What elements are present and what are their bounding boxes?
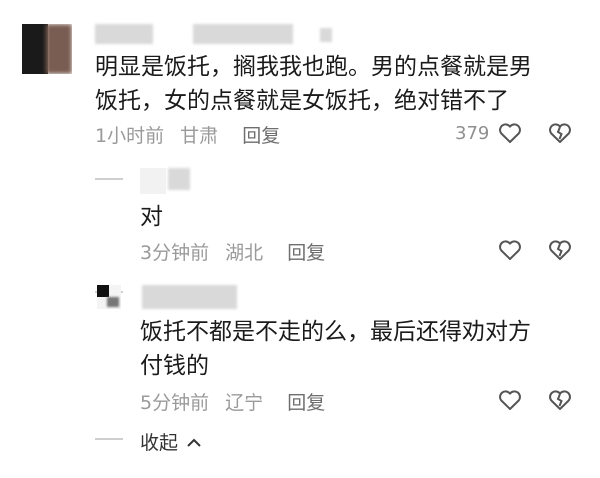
reply-button[interactable]: 回复: [287, 242, 325, 264]
avatar[interactable]: [140, 168, 166, 194]
reply-button[interactable]: 回复: [242, 125, 280, 147]
reply-button[interactable]: 回复: [287, 392, 325, 414]
timestamp: 1小时前: [95, 125, 165, 147]
comment-meta: 5分钟前 辽宁 回复: [140, 388, 325, 415]
comment-meta: 1小时前 甘肃 回复: [95, 121, 280, 148]
username-redacted: [320, 28, 332, 42]
comment-text-line1: 明显是饭托，搁我我也跑。男的点餐就是男: [95, 54, 532, 80]
username-redacted: [142, 285, 237, 309]
heart-outline-icon[interactable]: [498, 389, 522, 415]
username-redacted: [168, 168, 190, 190]
chevron-up-icon: [186, 433, 202, 455]
avatar[interactable]: [22, 24, 72, 74]
heart-outline-icon[interactable]: [498, 239, 522, 265]
reply-comment-1: 对 3分钟前 湖北 回复: [0, 160, 600, 275]
username-redacted: [95, 24, 153, 44]
location: 湖北: [225, 242, 264, 264]
location: 甘肃: [180, 125, 219, 147]
broken-heart-icon[interactable]: [548, 389, 572, 415]
timestamp: 3分钟前: [140, 242, 210, 264]
comment-text-line2: 付钱的: [140, 353, 209, 379]
avatar[interactable]: [97, 285, 121, 309]
divider: [95, 438, 123, 440]
reply-comment-2: 饭托不都是不走的么，最后还得劝对方 付钱的 5分钟前 辽宁 回复: [0, 275, 600, 420]
collapse-label: 收起: [140, 432, 179, 454]
collapse-button[interactable]: 收起: [140, 428, 202, 455]
comment-text-line2: 饭托，女的点餐就是女饭托，绝对错不了: [95, 88, 509, 114]
like-count: 379: [455, 123, 490, 144]
comment-1: 明显是饭托，搁我我也跑。男的点餐就是男 饭托，女的点餐就是女饭托，绝对错不了 1…: [0, 0, 600, 160]
username-redacted: [193, 24, 293, 44]
location: 辽宁: [225, 392, 264, 414]
comment-meta: 3分钟前 湖北 回复: [140, 238, 325, 265]
timestamp: 5分钟前: [140, 392, 210, 414]
divider: [95, 178, 123, 180]
broken-heart-icon[interactable]: [548, 122, 572, 148]
heart-outline-icon[interactable]: [498, 122, 522, 148]
broken-heart-icon[interactable]: [548, 239, 572, 265]
comment-text-line1: 饭托不都是不走的么，最后还得劝对方: [140, 319, 531, 345]
comment-text-line1: 对: [140, 204, 163, 230]
